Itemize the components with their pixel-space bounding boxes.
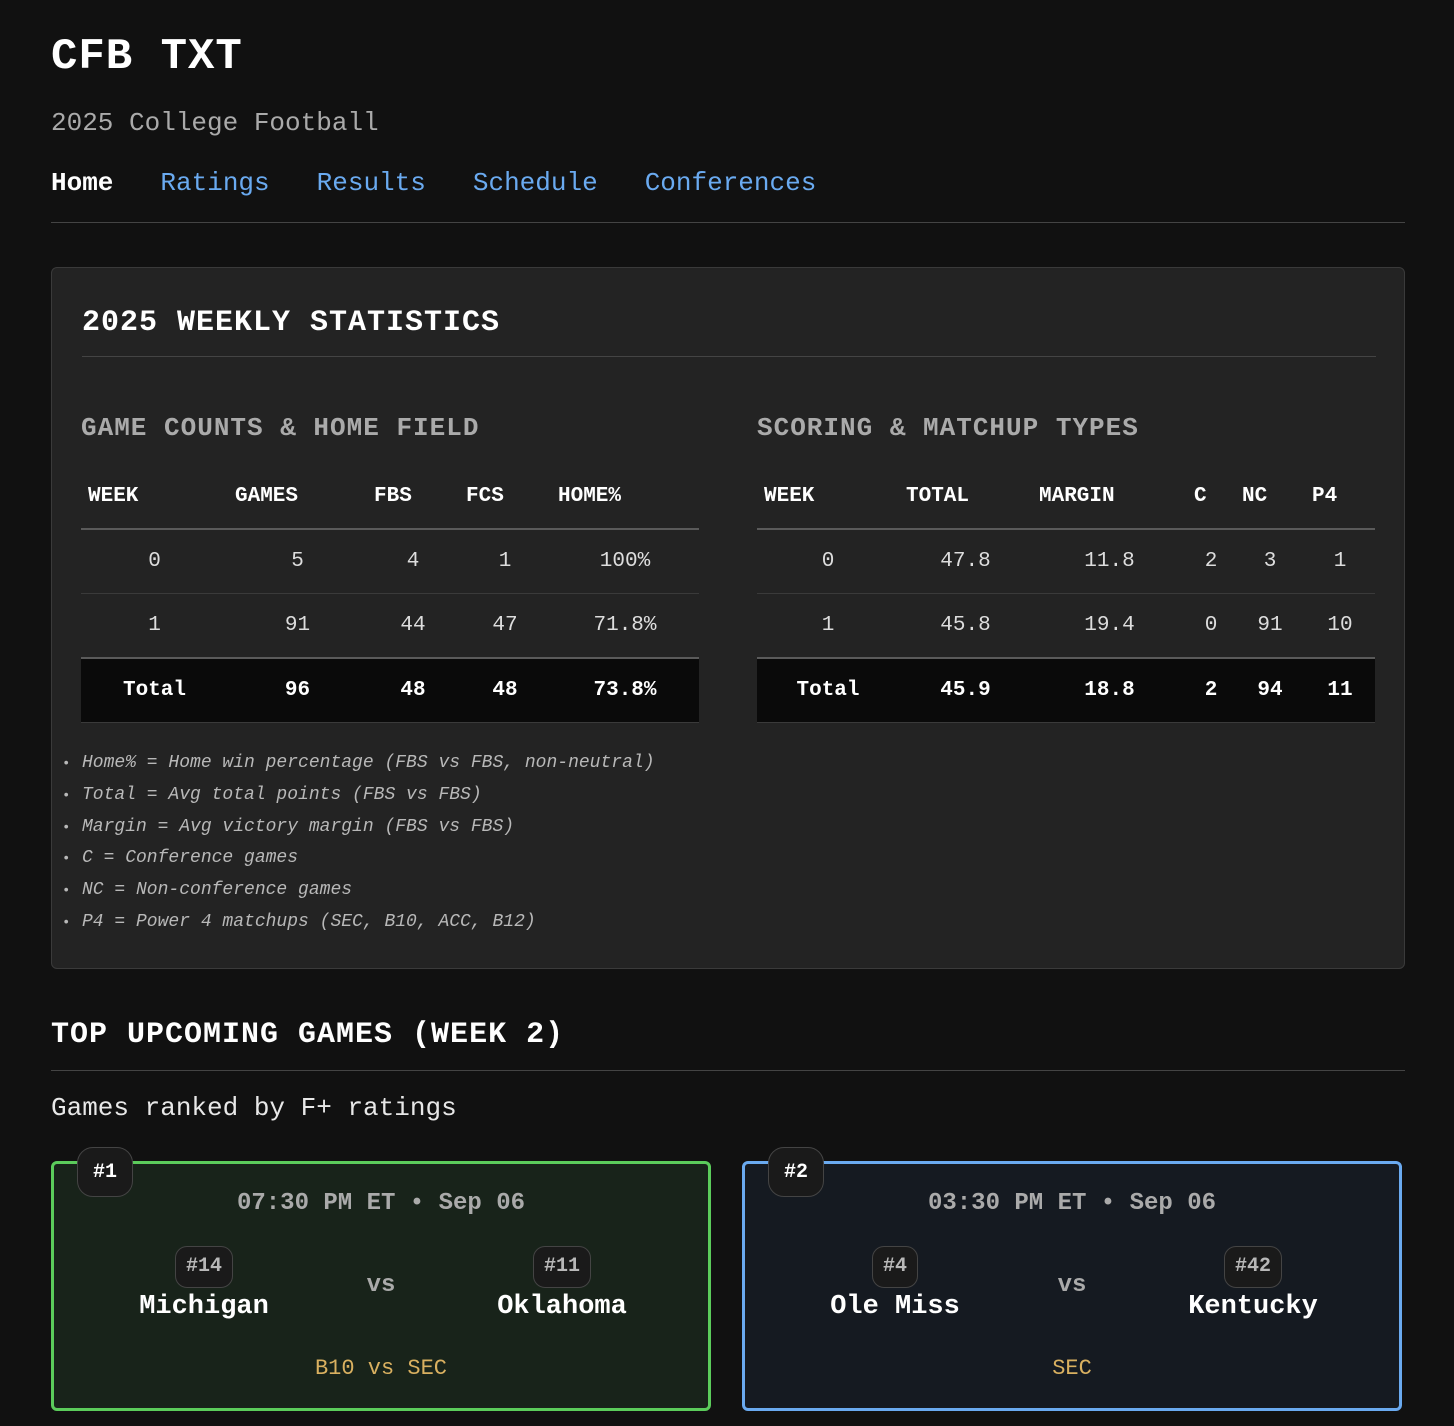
nav-schedule-link[interactable]: Schedule [473, 168, 598, 198]
col-header-margin: MARGIN [1032, 464, 1187, 530]
table-cell: 100% [551, 529, 699, 594]
table-row: 0 5 4 1 100% [81, 529, 699, 594]
table-cell: 4 [367, 529, 459, 594]
table-cell: Total [81, 657, 228, 723]
vs-label: vs [1057, 1272, 1087, 1299]
note-item: C = Conference games [82, 843, 655, 875]
game-card[interactable]: #1 07:30 PM ET • Sep 06 #14 Michigan vs … [51, 1147, 711, 1411]
team-rank: #42 [1223, 1246, 1282, 1288]
col-header-total: TOTAL [899, 464, 1032, 530]
table-cell: 45.9 [899, 657, 1032, 723]
game-card[interactable]: #2 03:30 PM ET • Sep 06 #4 Ole Miss vs #… [742, 1147, 1402, 1411]
table-cell: 91 [228, 593, 367, 659]
stats-notes-list: Home% = Home win percentage (FBS vs FBS,… [82, 748, 655, 939]
table-row: 0 47.8 11.8 2 3 1 [757, 529, 1375, 594]
nav-divider [51, 222, 1405, 223]
table-total-row: Total 45.9 18.8 2 94 11 [757, 657, 1375, 723]
table-cell: 1 [1305, 529, 1375, 594]
team-name: Michigan [139, 1292, 269, 1322]
table-cell: 11 [1305, 657, 1375, 723]
table-cell: 1 [81, 593, 228, 659]
table-cell: 3 [1235, 529, 1305, 594]
table-cell: 47.8 [899, 529, 1032, 594]
weekly-stats-title: 2025 WEEKLY STATISTICS [82, 306, 501, 340]
table-cell: 10 [1305, 593, 1375, 659]
table-cell: 11.8 [1032, 529, 1187, 594]
team-rank: #4 [871, 1246, 918, 1288]
nav-results-link[interactable]: Results [317, 168, 426, 198]
col-header-nc: NC [1235, 464, 1305, 530]
col-header-week: WEEK [81, 464, 228, 530]
away-team[interactable]: #14 Michigan [94, 1246, 314, 1322]
table-cell: 19.4 [1032, 593, 1187, 659]
main-nav: Home Ratings Results Schedule Conference… [51, 168, 863, 198]
game-counts-title: GAME COUNTS & HOME FIELD [81, 413, 480, 443]
table-cell: 94 [1235, 657, 1305, 723]
team-rank: #14 [174, 1246, 233, 1288]
upcoming-divider [51, 1070, 1405, 1071]
table-cell: 91 [1235, 593, 1305, 659]
table-header-row: WEEK TOTAL MARGIN C NC P4 [757, 464, 1375, 530]
nav-conferences-link[interactable]: Conferences [645, 168, 817, 198]
conference-label: B10 vs SEC [314, 1356, 448, 1381]
col-header-p4: P4 [1305, 464, 1375, 530]
away-team[interactable]: #4 Ole Miss [785, 1246, 1005, 1322]
col-header-fbs: FBS [367, 464, 459, 530]
team-name: Oklahoma [497, 1292, 627, 1322]
home-team[interactable]: #42 Kentucky [1143, 1246, 1363, 1322]
table-cell: 2 [1187, 657, 1235, 723]
table-cell: 2 [1187, 529, 1235, 594]
col-header-home-pct: HOME% [551, 464, 699, 530]
weekly-stats-panel: 2025 WEEKLY STATISTICS GAME COUNTS & HOM… [51, 267, 1405, 969]
table-cell: 73.8% [551, 657, 699, 723]
table-cell: 1 [757, 593, 899, 659]
table-row: 1 91 44 47 71.8% [81, 593, 699, 659]
weekly-stats-divider [82, 356, 1376, 357]
table-cell: 0 [1187, 593, 1235, 659]
scoring-title: SCORING & MATCHUP TYPES [757, 413, 1139, 443]
note-item: Margin = Avg victory margin (FBS vs FBS) [82, 812, 655, 844]
table-cell: 48 [367, 657, 459, 723]
table-cell: 0 [81, 529, 228, 594]
table-cell: 44 [367, 593, 459, 659]
table-row: 1 45.8 19.4 0 91 10 [757, 593, 1375, 659]
nav-home-link[interactable]: Home [51, 168, 113, 198]
upcoming-subtitle: Games ranked by F+ ratings [51, 1093, 457, 1123]
table-cell: 1 [459, 529, 551, 594]
note-item: P4 = Power 4 matchups (SEC, B10, ACC, B1… [82, 907, 655, 939]
col-header-fcs: FCS [459, 464, 551, 530]
table-cell: 48 [459, 657, 551, 723]
table-cell: Total [757, 657, 899, 723]
table-cell: 45.8 [899, 593, 1032, 659]
upcoming-games-title: TOP UPCOMING GAMES (WEEK 2) [51, 1018, 565, 1052]
table-cell: 18.8 [1032, 657, 1187, 723]
table-cell: 71.8% [551, 593, 699, 659]
note-item: Home% = Home win percentage (FBS vs FBS,… [82, 748, 655, 780]
table-cell: 0 [757, 529, 899, 594]
note-item: Total = Avg total points (FBS vs FBS) [82, 780, 655, 812]
site-subtitle: 2025 College Football [51, 108, 379, 138]
site-title: CFB TXT [51, 32, 243, 82]
table-cell: 5 [228, 529, 367, 594]
vs-label: vs [366, 1272, 396, 1299]
scoring-table: WEEK TOTAL MARGIN C NC P4 0 47.8 11.8 2 … [757, 464, 1375, 723]
team-name: Ole Miss [830, 1292, 960, 1322]
game-time: 07:30 PM ET • Sep 06 [236, 1190, 526, 1217]
team-rank: #11 [532, 1246, 591, 1288]
game-counts-table: WEEK GAMES FBS FCS HOME% 0 5 4 1 100% 1 [81, 464, 699, 723]
team-name: Kentucky [1188, 1292, 1318, 1322]
nav-ratings-link[interactable]: Ratings [160, 168, 269, 198]
col-header-c: C [1187, 464, 1235, 530]
game-time: 03:30 PM ET • Sep 06 [927, 1190, 1217, 1217]
note-item: NC = Non-conference games [82, 875, 655, 907]
table-total-row: Total 96 48 48 73.8% [81, 657, 699, 723]
table-header-row: WEEK GAMES FBS FCS HOME% [81, 464, 699, 530]
conference-label: SEC [1052, 1356, 1092, 1381]
home-team[interactable]: #11 Oklahoma [452, 1246, 672, 1322]
table-cell: 47 [459, 593, 551, 659]
col-header-week: WEEK [757, 464, 899, 530]
col-header-games: GAMES [228, 464, 367, 530]
table-cell: 96 [228, 657, 367, 723]
